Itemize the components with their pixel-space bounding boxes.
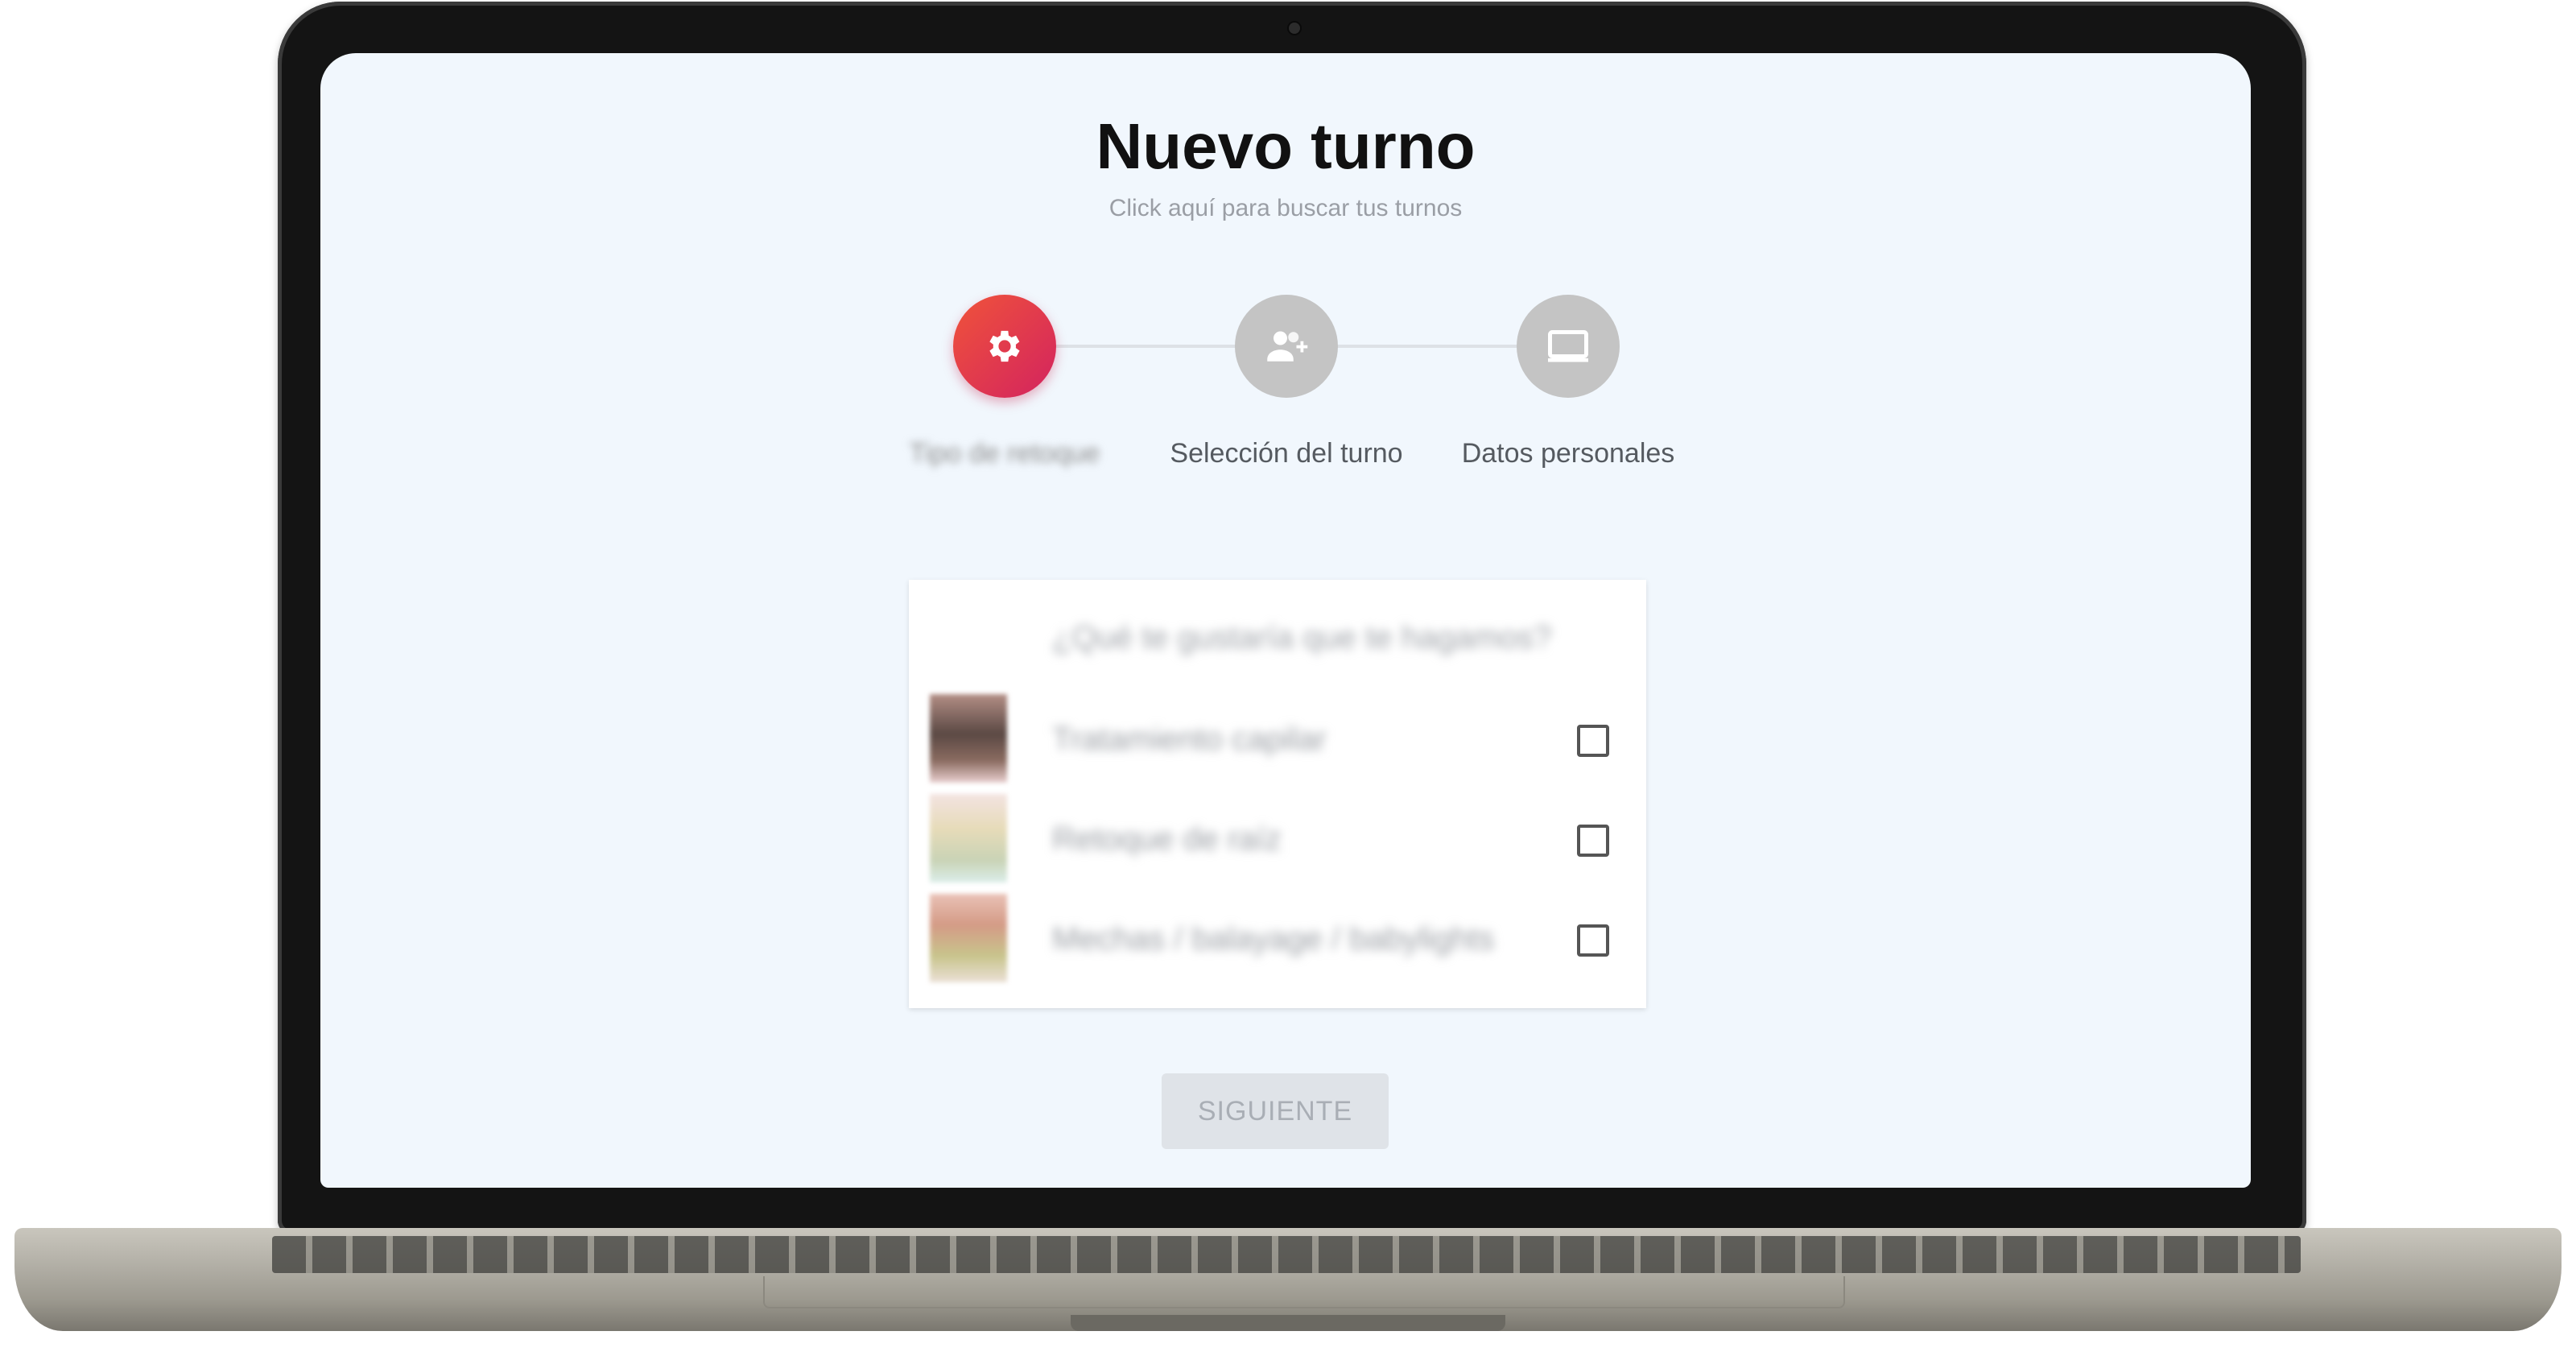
search-turns-link[interactable]: Click aquí para buscar tus turnos (320, 195, 2251, 222)
step-label-turn-selection: Selección del turno (1170, 438, 1403, 469)
lid-notch (1071, 1315, 1505, 1331)
page-title: Nuevo turno (1096, 110, 1476, 182)
laptop-lid: Nuevo turno Click aquí para buscar tus t… (278, 2, 2306, 1234)
service-thumbnail (930, 794, 1007, 883)
step-label-personal-data: Datos personales (1461, 438, 1675, 469)
laptop-base (14, 1228, 2562, 1331)
service-name: Tratamiento capilar (1052, 721, 1327, 757)
trackpad (763, 1276, 1845, 1308)
app-screen: Nuevo turno Click aquí para buscar tus t… (320, 53, 2251, 1188)
service-selection-card: ¿Qué te gustaría que te hagamos? Tratami… (909, 580, 1646, 1008)
webcam (1289, 23, 1300, 34)
monitor-icon (1548, 330, 1588, 362)
service-name: Mechas / balayage / babylights (1052, 921, 1495, 957)
service-checkbox[interactable] (1577, 725, 1609, 757)
step-circle (1517, 295, 1620, 398)
next-button[interactable]: SIGUIENTE (1162, 1073, 1389, 1149)
service-thumbnail (930, 694, 1007, 783)
service-option[interactable]: Retoque de raíz (909, 794, 1646, 883)
keyboard (272, 1236, 2301, 1273)
service-option[interactable]: Tratamiento capilar (909, 694, 1646, 783)
step-circle (1235, 295, 1338, 398)
gear-icon (989, 330, 1020, 362)
step-circle-active (953, 295, 1056, 398)
person-add-icon (1267, 331, 1308, 362)
step-label-service-type: Tipo de retoque (909, 438, 1100, 469)
service-thumbnail (930, 894, 1007, 982)
service-question: ¿Qué te gustaría que te hagamos? (1052, 620, 1552, 655)
step-turn-selection[interactable]: Selección del turno (1166, 295, 1407, 473)
service-option[interactable]: Mechas / balayage / babylights (909, 894, 1646, 982)
step-service-type[interactable]: Tipo de retoque (884, 295, 1125, 473)
service-checkbox[interactable] (1577, 825, 1609, 857)
step-personal-data[interactable]: Datos personales (1447, 295, 1689, 473)
service-name: Retoque de raíz (1052, 821, 1282, 857)
service-checkbox[interactable] (1577, 924, 1609, 957)
stepper: Tipo de retoque Selección del turno Dato… (884, 295, 1689, 536)
